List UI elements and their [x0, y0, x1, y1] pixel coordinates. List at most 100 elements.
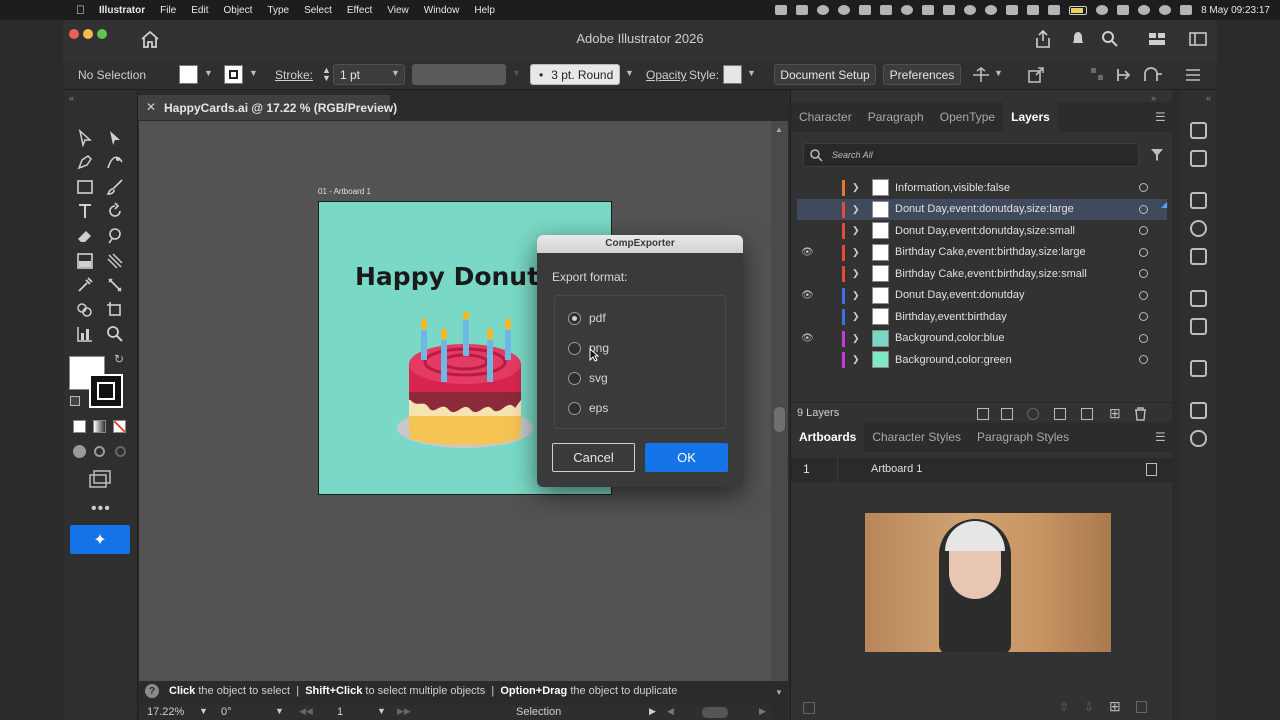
rotation-field[interactable]: 0°	[221, 706, 232, 718]
battery-icon[interactable]	[1069, 5, 1088, 15]
cloud-icon[interactable]	[796, 5, 809, 15]
warp-tool-icon[interactable]	[105, 226, 125, 246]
tab-paragraph-styles[interactable]: Paragraph Styles	[969, 422, 1077, 452]
align-panel-icon[interactable]	[1190, 150, 1207, 167]
wifi-icon[interactable]	[1117, 5, 1130, 15]
menu-select[interactable]: Select	[304, 5, 332, 16]
format-option-eps[interactable]: eps	[568, 401, 608, 415]
ok-button[interactable]: OK	[645, 443, 728, 472]
eye-icon[interactable]: 👁	[801, 290, 814, 301]
menu-edit[interactable]: Edit	[191, 5, 208, 16]
bell-icon[interactable]	[1070, 30, 1086, 48]
tab-paragraph[interactable]: Paragraph	[860, 102, 932, 132]
chevron-right-icon[interactable]: ❯	[852, 225, 860, 236]
sync-icon[interactable]	[838, 5, 851, 15]
asset-export-panel-icon[interactable]	[1190, 360, 1207, 377]
menu-effect[interactable]: Effect	[347, 5, 372, 16]
chevron-down-icon[interactable]: ▼	[199, 706, 208, 716]
vertical-scrollbar[interactable]: ▲ ▼	[771, 121, 788, 697]
creative-cloud-icon[interactable]	[859, 5, 872, 15]
format-option-svg[interactable]: svg	[568, 371, 608, 385]
help-icon[interactable]: ?	[145, 684, 159, 698]
links-panel-icon[interactable]	[1190, 430, 1207, 447]
app-icon[interactable]	[943, 5, 956, 15]
align-icon[interactable]	[971, 66, 991, 84]
new-artboard-icon[interactable]: ⊞	[1109, 698, 1121, 715]
eye-icon[interactable]: 👁	[801, 333, 814, 344]
pen-tool-icon[interactable]	[75, 152, 95, 172]
chevron-right-icon[interactable]: ❯	[852, 290, 860, 301]
dropbox-icon[interactable]	[880, 5, 893, 15]
layer-name[interactable]: Donut Day,event:donutday,size:large	[895, 203, 1074, 215]
extension-icon[interactable]	[817, 5, 830, 15]
radio-button[interactable]	[568, 311, 581, 325]
apple-icon[interactable]: 	[76, 3, 85, 17]
chevron-right-icon[interactable]: ❯	[852, 204, 860, 215]
type-tool-icon[interactable]	[75, 201, 95, 221]
eraser-tool-icon[interactable]	[75, 226, 95, 246]
swap-colors-icon[interactable]: ↻	[114, 352, 124, 366]
layer-name[interactable]: Birthday Cake,event:birthday,size:small	[895, 268, 1087, 280]
clipping-mask-icon[interactable]	[1054, 408, 1066, 420]
eye-icon[interactable]: 👁	[801, 247, 814, 258]
layer-target-icon[interactable]	[1139, 204, 1148, 214]
draw-inside-icon[interactable]	[115, 446, 126, 457]
mesh-tool-icon[interactable]	[105, 251, 125, 271]
selection-tool-icon[interactable]	[75, 128, 95, 148]
search-icon[interactable]	[1101, 30, 1119, 48]
menu-type[interactable]: Type	[267, 5, 289, 16]
chevron-down-icon[interactable]: ▼	[249, 68, 258, 78]
filter-icon[interactable]	[1150, 148, 1164, 162]
color-panel-icon[interactable]	[1190, 220, 1207, 237]
layer-name[interactable]: Background,color:blue	[895, 332, 1004, 344]
chevron-down-icon[interactable]: ▼	[275, 706, 284, 716]
layer-name[interactable]: Background,color:green	[895, 354, 1012, 366]
chevron-right-icon[interactable]: ❯	[852, 182, 860, 193]
zoom-level-field[interactable]: 17.22%	[147, 706, 184, 718]
chevron-right-icon[interactable]: ❯	[852, 247, 860, 258]
layer-target-icon[interactable]	[1139, 226, 1148, 236]
headphones-icon[interactable]	[985, 5, 998, 15]
layer-target-icon[interactable]	[1139, 183, 1148, 193]
transform-icon[interactable]	[1090, 67, 1104, 81]
panel-layout-icon[interactable]	[1189, 32, 1207, 46]
share-icon[interactable]	[1035, 30, 1051, 48]
swatches-panel-icon[interactable]	[1190, 192, 1207, 209]
layer-name[interactable]: Birthday Cake,event:birthday,size:large	[895, 246, 1086, 258]
artboard-tool-icon[interactable]	[105, 300, 125, 320]
layer-row[interactable]: ❯ Donut Day,event:donutday,size:small	[797, 220, 1167, 242]
workspace-icon[interactable]	[1148, 32, 1166, 46]
trash-icon[interactable]	[1134, 407, 1147, 421]
stroke-panel-icon[interactable]	[1190, 290, 1207, 307]
layer-row[interactable]: ❯ Birthday Cake,event:birthday,size:smal…	[797, 263, 1167, 285]
artboard-name-label[interactable]: 01 - Artboard 1	[318, 187, 371, 196]
chevron-right-icon[interactable]: ❯	[852, 311, 860, 322]
layer-name[interactable]: Information,visible:false	[895, 182, 1010, 194]
brush-definition[interactable]: • 3 pt. Round	[530, 64, 620, 85]
format-option-pdf[interactable]: pdf	[568, 311, 606, 325]
gradient-tool-icon[interactable]	[75, 251, 95, 271]
draw-normal-icon[interactable]	[73, 445, 86, 458]
fill-swatch[interactable]	[179, 65, 198, 84]
chevron-down-icon[interactable]: ▼	[204, 68, 213, 78]
layer-row[interactable]: 👁 ❯ Background,color:blue	[797, 328, 1167, 350]
stroke-label[interactable]: Stroke:	[275, 68, 313, 82]
layer-target-icon[interactable]	[1139, 355, 1148, 365]
tab-character[interactable]: Character	[791, 102, 860, 132]
opacity-label[interactable]: Opacity	[646, 68, 687, 82]
layer-target-icon[interactable]	[1139, 312, 1148, 322]
cancel-button[interactable]: Cancel	[552, 443, 635, 472]
tab-character-styles[interactable]: Character Styles	[864, 422, 969, 452]
layer-target-icon[interactable]	[1139, 247, 1148, 257]
layer-target-icon[interactable]	[1139, 269, 1148, 279]
paintbrush-tool-icon[interactable]	[105, 177, 125, 197]
default-colors-icon[interactable]	[70, 396, 80, 406]
stroke-stepper[interactable]: ▲ ▼	[322, 66, 331, 83]
tab-layers[interactable]: Layers	[1003, 102, 1058, 132]
chevron-down-icon[interactable]: ▼	[747, 68, 756, 78]
scroll-left-icon[interactable]: ◀	[667, 706, 674, 717]
menu-view[interactable]: View	[387, 5, 409, 16]
search-icon[interactable]	[1159, 5, 1172, 15]
control-center-icon[interactable]	[1180, 5, 1193, 15]
scroll-up-icon[interactable]: ▲	[775, 125, 783, 134]
